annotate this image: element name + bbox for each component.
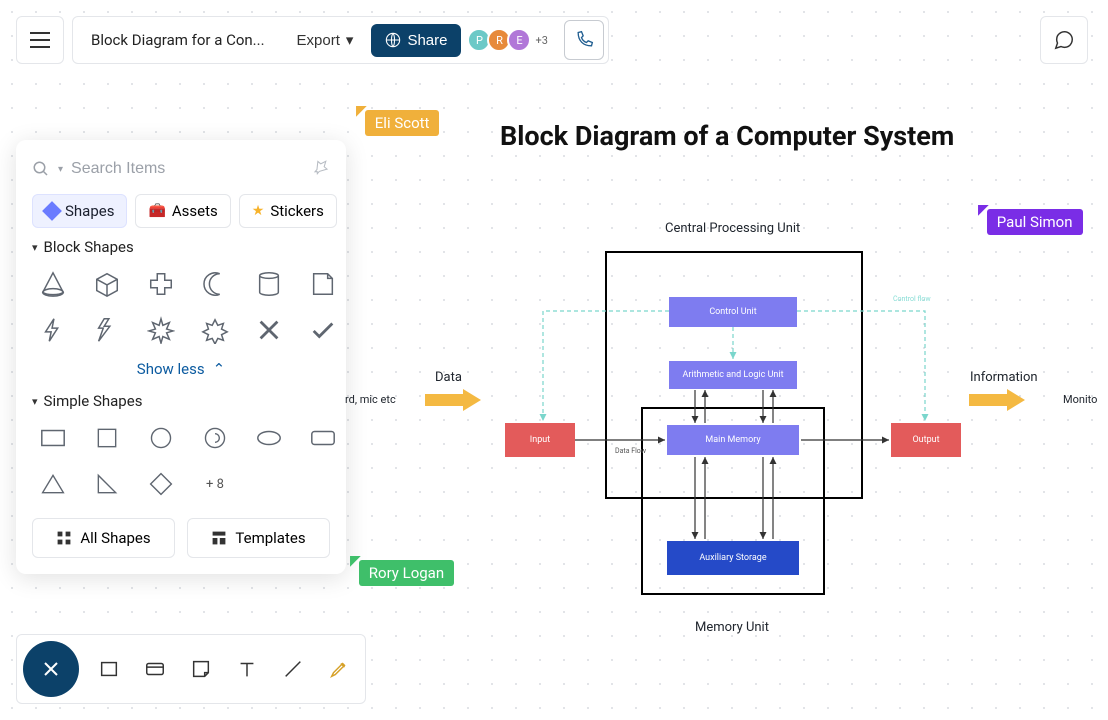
cube-shape[interactable] — [86, 266, 128, 302]
hamburger-menu[interactable] — [16, 16, 64, 64]
more-shapes[interactable]: + 8 — [194, 466, 236, 502]
close-fab[interactable] — [23, 641, 79, 697]
pin-icon[interactable] — [312, 158, 330, 180]
export-label: Export — [297, 32, 340, 49]
label-data: Data — [435, 370, 462, 385]
export-button[interactable]: Export ▾ — [283, 23, 368, 57]
arrow-data-in — [425, 389, 483, 411]
diamond-icon — [42, 201, 62, 221]
button-label: Templates — [235, 529, 305, 547]
close-icon — [41, 659, 61, 679]
label-monitor: Monito — [1063, 393, 1097, 406]
ellipse-shape[interactable] — [248, 420, 290, 456]
plus-count: + 8 — [206, 477, 224, 492]
box-input[interactable]: Input — [505, 423, 575, 457]
rectangle-shape[interactable] — [32, 420, 74, 456]
cursor-eli: ◤ Eli Scott — [356, 104, 439, 136]
section-label: Simple Shapes — [44, 392, 143, 410]
highlighter-tool[interactable] — [319, 649, 359, 689]
donut-shape[interactable] — [194, 420, 236, 456]
card-tool[interactable] — [135, 649, 175, 689]
x-shape[interactable] — [248, 312, 290, 348]
chevron-down-icon: ▾ — [346, 31, 354, 49]
tab-assets[interactable]: 🧰 Assets — [135, 194, 230, 228]
chevron-down-icon: ▾ — [58, 164, 63, 175]
tab-label: Assets — [172, 202, 218, 220]
section-simple-shapes[interactable]: ▾ Simple Shapes — [32, 392, 330, 410]
cross-shape[interactable] — [140, 266, 182, 302]
chevron-down-icon: ▾ — [32, 395, 38, 408]
tab-label: Shapes — [65, 202, 114, 220]
block-diagram[interactable]: Central Processing Unit Memory Unit Data… — [345, 195, 1105, 635]
chevron-down-icon: ▾ — [32, 241, 38, 254]
box-aux-storage[interactable]: Auxiliary Storage — [667, 541, 799, 575]
circle-shape[interactable] — [140, 420, 182, 456]
top-toolbar: Block Diagram for a Con... Export ▾ Shar… — [72, 16, 609, 64]
diagram-title: Block Diagram of a Computer System — [500, 120, 954, 152]
briefcase-icon: 🧰 — [148, 203, 165, 219]
shapes-panel: ▾ Shapes 🧰 Assets ★ Stickers ▾ Block Sha… — [16, 140, 346, 574]
right-triangle-shape[interactable] — [86, 466, 128, 502]
all-shapes-button[interactable]: All Shapes — [32, 518, 175, 558]
box-output[interactable]: Output — [891, 423, 961, 457]
templates-button[interactable]: Templates — [187, 518, 330, 558]
label-control-flow: Control flow — [893, 295, 931, 303]
check-shape[interactable] — [302, 312, 344, 348]
show-less-toggle[interactable]: Show less ⌃ — [32, 350, 330, 382]
share-label: Share — [407, 32, 447, 49]
label-cpu: Central Processing Unit — [665, 221, 800, 236]
tab-stickers[interactable]: ★ Stickers — [239, 194, 337, 228]
crescent-shape[interactable] — [194, 266, 236, 302]
note-tool[interactable] — [181, 649, 221, 689]
chat-button[interactable] — [1040, 16, 1088, 64]
page-shape[interactable] — [302, 266, 344, 302]
call-button[interactable] — [564, 20, 604, 60]
star-icon: ★ — [252, 203, 265, 219]
burst-shape[interactable] — [140, 312, 182, 348]
lightning-shape[interactable] — [86, 312, 128, 348]
phone-icon — [574, 30, 594, 50]
template-icon — [211, 530, 227, 546]
chat-icon — [1053, 29, 1075, 51]
label-keyboard: rd, mic etc — [345, 393, 396, 406]
explosion-shape[interactable] — [194, 312, 236, 348]
cursor-label: Eli Scott — [365, 110, 440, 136]
avatar[interactable]: E — [507, 28, 531, 52]
avatar-more-count[interactable]: +3 — [535, 34, 547, 47]
line-tool[interactable] — [273, 649, 313, 689]
triangle-shape[interactable] — [32, 466, 74, 502]
box-alu[interactable]: Arithmetic and Logic Unit — [669, 361, 797, 389]
chevron-up-icon: ⌃ — [213, 360, 226, 378]
section-block-shapes[interactable]: ▾ Block Shapes — [32, 238, 330, 256]
rect-tool[interactable] — [89, 649, 129, 689]
section-label: Block Shapes — [44, 238, 134, 256]
box-control-unit[interactable]: Control Unit — [669, 297, 797, 327]
button-label: All Shapes — [80, 529, 150, 547]
rounded-rect-shape[interactable] — [302, 420, 344, 456]
tab-label: Stickers — [270, 202, 324, 220]
search-input[interactable] — [71, 160, 304, 178]
grid-icon — [56, 530, 72, 546]
share-button[interactable]: Share — [371, 24, 461, 57]
box-main-memory[interactable]: Main Memory — [667, 425, 799, 455]
search-icon — [32, 160, 50, 178]
bolt-shape[interactable] — [32, 312, 74, 348]
cylinder-shape[interactable] — [248, 266, 290, 302]
label-info: Information — [970, 370, 1038, 385]
label-data-flow: Data Flow — [615, 447, 646, 455]
globe-icon — [385, 32, 401, 48]
arrow-info-out — [969, 389, 1027, 411]
tab-shapes[interactable]: Shapes — [32, 194, 127, 228]
show-less-label: Show less — [137, 360, 205, 378]
label-memory: Memory Unit — [695, 620, 769, 635]
square-shape[interactable] — [86, 420, 128, 456]
text-tool[interactable] — [227, 649, 267, 689]
bottom-toolbar — [16, 634, 366, 704]
collaborator-avatars[interactable]: P R E +3 — [465, 28, 553, 52]
document-title[interactable]: Block Diagram for a Con... — [77, 31, 279, 49]
diamond-shape[interactable] — [140, 466, 182, 502]
cone-shape[interactable] — [32, 266, 74, 302]
